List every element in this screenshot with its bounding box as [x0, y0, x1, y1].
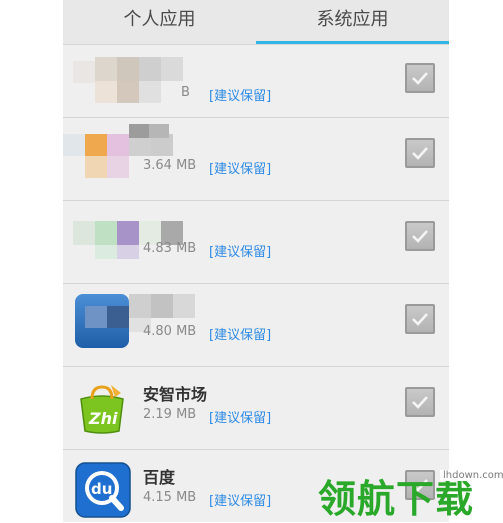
suggest-keep-tag: [建议保留]: [209, 89, 272, 104]
list-item[interactable]: B [建议保留]: [63, 45, 449, 118]
app-checkbox[interactable]: [405, 138, 435, 168]
app-size: 4.83 MB: [143, 241, 197, 256]
app-size: 2.19 MB: [143, 407, 197, 422]
checkmark-icon: [412, 313, 428, 326]
app-checkbox[interactable]: [405, 221, 435, 251]
anzhi-bag-icon: Zhi: [75, 381, 129, 435]
suggest-keep-tag: [建议保留]: [209, 162, 272, 177]
tab-personal-apps[interactable]: 个人应用: [63, 0, 256, 44]
app-checkbox[interactable]: [405, 387, 435, 417]
app-size: 4.15 MB: [143, 490, 197, 505]
suggest-keep-tag: [建议保留]: [209, 328, 272, 343]
app-checkbox[interactable]: [405, 63, 435, 93]
checkmark-icon: [412, 147, 428, 160]
phone-screen: 个人应用 系统应用 B [建议保留] 3.64 MB [建议保留] 4.83 M…: [63, 0, 449, 522]
watermark-site: lhdown.com: [440, 470, 503, 481]
checkmark-icon: [412, 230, 428, 243]
app-name: 安智市场: [143, 385, 208, 404]
app-size: 3.64 MB: [143, 158, 197, 173]
list-item[interactable]: Zhi 安智市场 2.19 MB [建议保留]: [63, 367, 449, 450]
app-name: 百度: [143, 468, 176, 487]
suggest-keep-tag: [建议保留]: [209, 411, 272, 426]
app-size: 4.80 MB: [143, 324, 197, 339]
list-item[interactable]: 3.64 MB [建议保留]: [63, 118, 449, 201]
tab-bar: 个人应用 系统应用: [63, 0, 449, 45]
svg-text:Zhi: Zhi: [88, 409, 118, 428]
app-checkbox[interactable]: [405, 304, 435, 334]
list-item[interactable]: 4.80 MB [建议保留]: [63, 284, 449, 367]
baidu-du-icon: du: [75, 462, 131, 518]
app-list: B [建议保留] 3.64 MB [建议保留] 4.83 MB [建议保留] 4…: [63, 45, 449, 522]
checkmark-icon: [412, 396, 428, 409]
checkmark-icon: [412, 72, 428, 85]
tab-system-apps[interactable]: 系统应用: [256, 0, 449, 44]
pixelated-app-icon: [73, 292, 213, 352]
suggest-keep-tag: [建议保留]: [209, 494, 272, 509]
suggest-keep-tag: [建议保留]: [209, 245, 272, 260]
svg-text:du: du: [91, 480, 112, 498]
app-size: B: [181, 85, 190, 100]
active-tab-indicator: [256, 41, 449, 44]
list-item[interactable]: 4.83 MB [建议保留]: [63, 201, 449, 284]
